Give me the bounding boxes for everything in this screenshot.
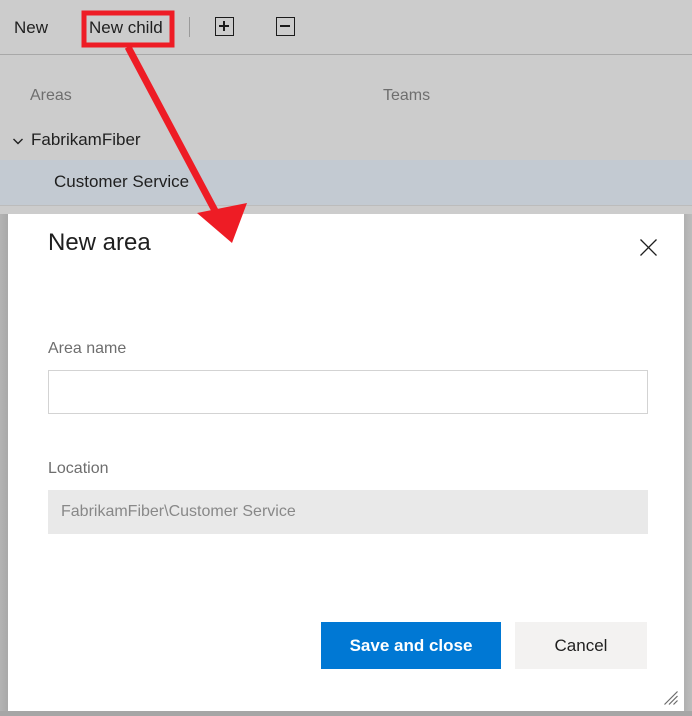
cancel-button[interactable]: Cancel — [515, 622, 647, 669]
new-child-button[interactable]: New child — [89, 19, 163, 36]
resize-grip-icon[interactable] — [663, 690, 679, 706]
areas-toolbar: New New child — [0, 0, 692, 55]
minus-square-icon[interactable] — [276, 17, 295, 36]
field-group-location: Location FabrikamFiber\Customer Service — [48, 461, 648, 534]
chevron-down-icon[interactable] — [12, 135, 24, 147]
column-header-areas: Areas — [30, 87, 72, 104]
column-header-teams: Teams — [383, 87, 431, 104]
minus-horizontal-bar — [280, 25, 290, 27]
area-name-input[interactable] — [48, 370, 648, 414]
plus-square-icon[interactable] — [215, 17, 234, 36]
field-group-area-name: Area name — [48, 341, 648, 414]
tree-row-customer-service[interactable]: Customer Service — [0, 160, 692, 205]
save-and-close-button[interactable]: Save and close — [321, 622, 501, 669]
location-readonly-value: FabrikamFiber\Customer Service — [48, 490, 648, 534]
label-area-name: Area name — [48, 340, 127, 357]
close-icon[interactable] — [633, 232, 663, 262]
plus-vertical-bar — [223, 21, 225, 31]
tree-label-customer-service: Customer Service — [54, 172, 190, 191]
label-location: Location — [48, 460, 109, 477]
dialog-shadow-left — [0, 214, 8, 711]
dialog-shadow-right — [684, 214, 692, 711]
tree-row-fabrikamfiber[interactable]: FabrikamFiber — [0, 124, 692, 156]
tree-label-fabrikamfiber: FabrikamFiber — [31, 130, 141, 149]
dialog-shadow-bottom — [0, 711, 692, 716]
new-button[interactable]: New — [14, 19, 48, 36]
dialog-title: New area — [48, 229, 151, 256]
new-area-dialog: New area Area name Location FabrikamFibe… — [8, 214, 684, 711]
toolbar-separator — [189, 17, 190, 37]
